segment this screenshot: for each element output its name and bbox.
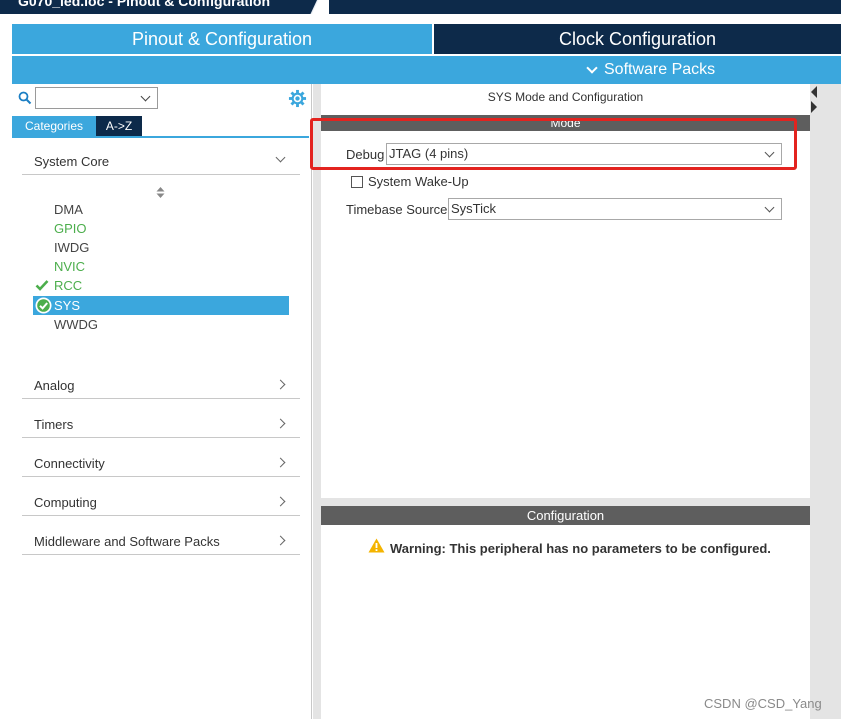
warning-icon xyxy=(368,538,385,553)
chevron-down-icon xyxy=(586,62,598,74)
check-circle-icon xyxy=(35,297,52,314)
window-title: G070_led.ioc - Pinout & Configuration xyxy=(18,0,271,9)
software-packs-menu[interactable]: Software Packs xyxy=(582,56,715,84)
chevron-right-icon xyxy=(275,496,286,507)
system-wakeup-label: System Wake-Up xyxy=(368,174,469,189)
divider xyxy=(12,136,309,138)
tab-pinout-configuration[interactable]: Pinout & Configuration xyxy=(12,24,432,54)
peripheral-sys[interactable]: SYS xyxy=(33,296,289,315)
peripheral-label: SYS xyxy=(54,298,81,313)
software-packs-label: Software Packs xyxy=(604,61,716,78)
chevron-right-icon xyxy=(275,379,286,390)
category-label: System Core xyxy=(34,154,110,169)
system-wakeup-checkbox[interactable] xyxy=(351,176,363,188)
category-system-core[interactable]: System Core xyxy=(22,147,300,175)
tab-a-to-z[interactable]: A->Z xyxy=(96,116,142,136)
category-connectivity[interactable]: Connectivity xyxy=(22,449,300,477)
category-analog[interactable]: Analog xyxy=(22,371,300,399)
tab-clock-configuration[interactable]: Clock Configuration xyxy=(434,24,841,54)
category-label: Timers xyxy=(34,417,74,432)
right-scroll-area xyxy=(810,84,841,719)
chevron-right-icon xyxy=(275,535,286,546)
highlight-annotation xyxy=(310,118,797,170)
peripheral-rcc[interactable]: RCC xyxy=(54,277,82,295)
peripheral-wwdg[interactable]: WWDG xyxy=(54,316,98,334)
panel-splitter[interactable] xyxy=(313,84,321,719)
timebase-label: Timebase Source xyxy=(346,202,448,217)
gear-icon[interactable] xyxy=(288,89,307,108)
tab-categories[interactable]: Categories xyxy=(12,116,96,136)
chevron-right-icon xyxy=(275,418,286,429)
toolbar-strip: Software Packs xyxy=(12,56,841,84)
chevron-down-icon xyxy=(764,202,775,213)
search-input[interactable] xyxy=(35,87,158,109)
collapse-left-icon[interactable] xyxy=(811,86,817,98)
watermark: CSDN @CSD_Yang xyxy=(704,696,822,711)
peripheral-gpio[interactable]: GPIO xyxy=(54,220,87,238)
title-bar: G070_led.ioc - Pinout & Configuration xyxy=(0,0,841,14)
search-icon[interactable] xyxy=(18,91,32,105)
category-timers[interactable]: Timers xyxy=(22,410,300,438)
peripheral-iwdg[interactable]: IWDG xyxy=(54,239,89,257)
peripheral-nvic[interactable]: NVIC xyxy=(54,258,85,276)
category-label: Computing xyxy=(34,495,97,510)
collapse-right-icon[interactable] xyxy=(811,101,817,113)
horizontal-splitter[interactable] xyxy=(321,498,810,506)
chevron-down-icon xyxy=(140,91,151,102)
chevron-right-icon xyxy=(275,457,286,468)
check-icon xyxy=(35,280,49,291)
chevron-down-icon xyxy=(275,152,286,163)
peripheral-dma[interactable]: DMA xyxy=(54,201,83,219)
category-middleware[interactable]: Middleware and Software Packs xyxy=(22,527,300,555)
panel-title: SYS Mode and Configuration xyxy=(487,90,644,104)
configuration-header: Configuration xyxy=(321,506,810,525)
sort-icon[interactable] xyxy=(156,187,165,198)
category-label: Middleware and Software Packs xyxy=(34,534,220,549)
timebase-select[interactable]: SysTick xyxy=(448,198,782,220)
warning-message: Warning: This peripheral has no paramete… xyxy=(390,541,771,556)
category-computing[interactable]: Computing xyxy=(22,488,300,516)
timebase-select-value: SysTick xyxy=(451,201,497,216)
category-label: Analog xyxy=(34,378,75,393)
categories-panel xyxy=(12,84,312,719)
category-label: Connectivity xyxy=(34,456,105,471)
